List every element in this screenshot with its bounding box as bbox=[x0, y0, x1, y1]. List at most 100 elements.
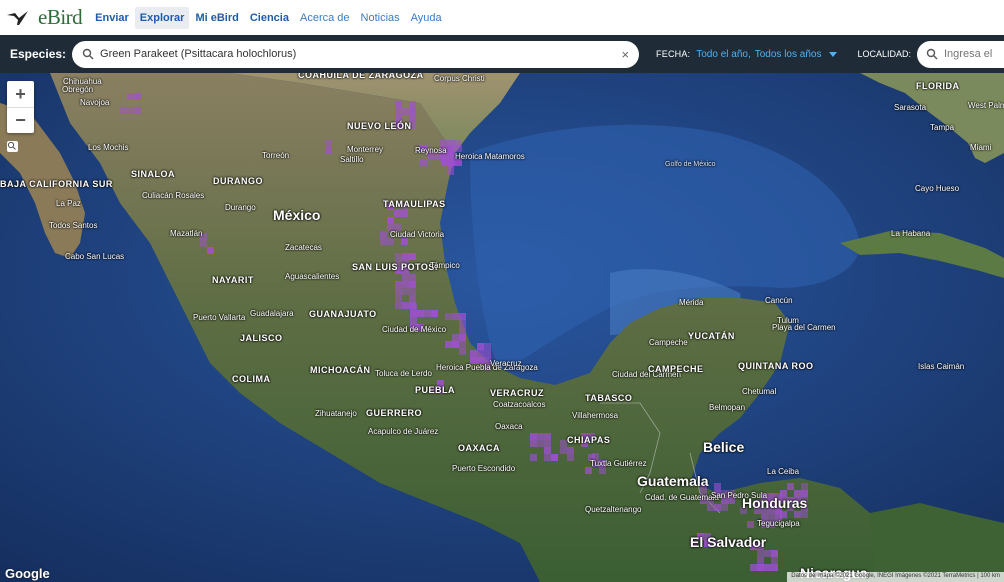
observation-cell[interactable] bbox=[567, 447, 574, 454]
observation-cell[interactable] bbox=[585, 467, 592, 474]
observation-cell[interactable] bbox=[410, 303, 417, 310]
observation-cell[interactable] bbox=[420, 159, 427, 166]
observation-cell[interactable] bbox=[395, 108, 402, 115]
observation-cell[interactable] bbox=[560, 440, 567, 447]
observation-cell[interactable] bbox=[452, 334, 459, 341]
observation-cell[interactable] bbox=[409, 288, 416, 295]
observation-cell[interactable] bbox=[395, 288, 402, 295]
observation-cell[interactable] bbox=[757, 557, 764, 564]
observation-cell[interactable] bbox=[537, 440, 544, 447]
map-attribution[interactable]: Datos del mapa ©2021 Google, INEGI Imáge… bbox=[787, 572, 1004, 582]
observation-cell[interactable] bbox=[200, 240, 207, 247]
observation-cell[interactable] bbox=[567, 454, 574, 461]
observation-cell[interactable] bbox=[530, 433, 537, 440]
observation-cell[interactable] bbox=[380, 231, 387, 238]
observation-cell[interactable] bbox=[530, 454, 537, 461]
observation-cell[interactable] bbox=[325, 147, 332, 154]
observation-cell[interactable] bbox=[127, 107, 134, 114]
observation-cell[interactable] bbox=[409, 108, 416, 115]
observation-cell[interactable] bbox=[750, 564, 757, 571]
location-search-field[interactable] bbox=[917, 40, 1004, 68]
observation-cell[interactable] bbox=[459, 313, 466, 320]
observation-cell[interactable] bbox=[787, 483, 794, 490]
observation-cell[interactable] bbox=[445, 341, 452, 348]
species-search-field[interactable]: Green Parakeet (Psittacara holochlorus) … bbox=[72, 40, 640, 68]
map-canvas[interactable]: Chihuahua Obregón Navojoa Los Mochis BAJA CA… bbox=[0, 73, 1004, 582]
brand[interactable]: eBird bbox=[6, 5, 83, 30]
observation-cell[interactable] bbox=[757, 550, 764, 557]
keyboard-shortcuts-icon[interactable] bbox=[7, 141, 18, 152]
observation-cell[interactable] bbox=[387, 238, 394, 245]
observation-cell[interactable] bbox=[409, 253, 416, 260]
observation-cell[interactable] bbox=[440, 154, 447, 161]
observation-cell[interactable] bbox=[207, 247, 214, 254]
observation-cell[interactable] bbox=[401, 210, 408, 217]
observation-cell[interactable] bbox=[402, 253, 409, 260]
observation-cell[interactable] bbox=[477, 343, 484, 350]
observation-cell[interactable] bbox=[459, 334, 466, 341]
observation-cell[interactable] bbox=[395, 295, 402, 302]
observation-cell[interactable] bbox=[410, 310, 417, 317]
observation-cell[interactable] bbox=[402, 281, 409, 288]
nav-enviar[interactable]: Enviar bbox=[90, 7, 134, 29]
observation-cell[interactable] bbox=[484, 350, 491, 357]
observation-cell[interactable] bbox=[402, 288, 409, 295]
observation-cell[interactable] bbox=[771, 564, 778, 571]
observation-cell[interactable] bbox=[714, 504, 721, 511]
zoom-out-button[interactable]: − bbox=[7, 107, 34, 133]
observation-cell[interactable] bbox=[764, 550, 771, 557]
date-years-dropdown[interactable]: Todos los años bbox=[755, 49, 822, 60]
observation-cell[interactable] bbox=[402, 108, 409, 115]
nav-explorar[interactable]: Explorar bbox=[134, 6, 190, 29]
observation-cell[interactable] bbox=[544, 454, 551, 461]
observation-cell[interactable] bbox=[757, 564, 764, 571]
observation-cell[interactable] bbox=[721, 504, 728, 511]
observation-cell[interactable] bbox=[447, 161, 454, 168]
caret-down-icon[interactable] bbox=[829, 51, 838, 57]
observation-cell[interactable] bbox=[454, 140, 461, 147]
observation-cell[interactable] bbox=[409, 274, 416, 281]
species-value[interactable]: Green Parakeet (Psittacara holochlorus) bbox=[100, 48, 621, 60]
zoom-in-button[interactable]: + bbox=[7, 81, 34, 107]
observation-cell[interactable] bbox=[470, 350, 477, 357]
observation-cell[interactable] bbox=[707, 504, 714, 511]
observation-cell[interactable] bbox=[395, 302, 402, 309]
observation-cell[interactable] bbox=[771, 557, 778, 564]
observation-cell[interactable] bbox=[477, 350, 484, 357]
observation-cell[interactable] bbox=[387, 217, 394, 224]
observation-cell[interactable] bbox=[544, 440, 551, 447]
observation-cell[interactable] bbox=[394, 210, 401, 217]
observation-cell[interactable] bbox=[560, 447, 567, 454]
observation-cell[interactable] bbox=[551, 454, 558, 461]
observation-cell[interactable] bbox=[409, 101, 416, 108]
observation-cell[interactable] bbox=[395, 101, 402, 108]
nav-acerca-de[interactable]: Acerca de bbox=[295, 7, 355, 29]
location-input[interactable] bbox=[944, 48, 1004, 60]
observation-cell[interactable] bbox=[452, 341, 459, 348]
observation-cell[interactable] bbox=[417, 310, 424, 317]
observation-cell[interactable] bbox=[452, 313, 459, 320]
observation-cell[interactable] bbox=[747, 521, 754, 528]
observation-cell[interactable] bbox=[380, 238, 387, 245]
nav-mi-ebird[interactable]: Mi eBird bbox=[190, 7, 243, 29]
observation-cell[interactable] bbox=[537, 433, 544, 440]
observation-cell[interactable] bbox=[599, 467, 606, 474]
nav-ciencia[interactable]: Ciencia bbox=[245, 7, 294, 29]
observation-cell[interactable] bbox=[445, 313, 452, 320]
observation-cell[interactable] bbox=[120, 107, 127, 114]
observation-cell[interactable] bbox=[771, 550, 778, 557]
observation-cell[interactable] bbox=[447, 168, 454, 175]
observation-cell[interactable] bbox=[410, 317, 417, 324]
observation-cell[interactable] bbox=[544, 433, 551, 440]
observation-cell[interactable] bbox=[134, 93, 141, 100]
observation-cell[interactable] bbox=[484, 343, 491, 350]
nav-noticias[interactable]: Noticias bbox=[356, 7, 405, 29]
observation-cell[interactable] bbox=[447, 140, 454, 147]
observation-cell[interactable] bbox=[459, 320, 466, 327]
observation-cell[interactable] bbox=[459, 348, 466, 355]
observation-cell[interactable] bbox=[459, 327, 466, 334]
observation-cell[interactable] bbox=[714, 483, 721, 490]
observation-cell[interactable] bbox=[127, 93, 134, 100]
clear-icon[interactable]: × bbox=[621, 47, 629, 62]
date-season-dropdown[interactable]: Todo el año, bbox=[696, 49, 751, 60]
